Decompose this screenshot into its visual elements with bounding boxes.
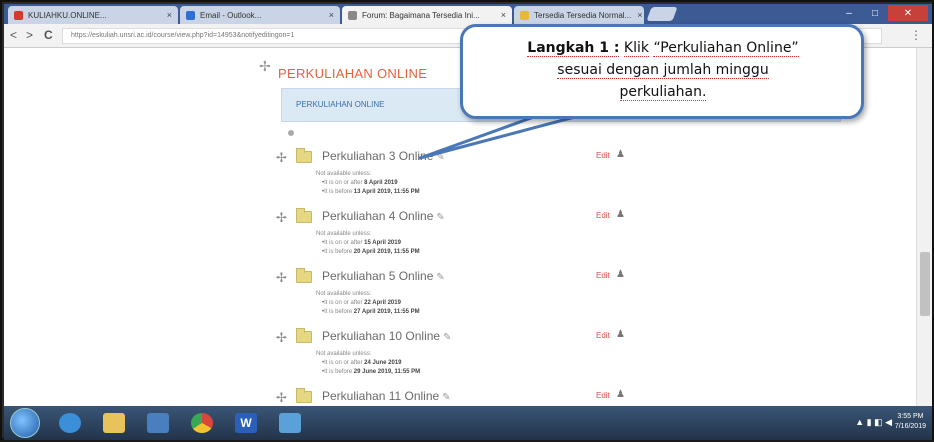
tab-favicon-icon [186, 10, 195, 20]
user-icon[interactable]: ♟ [616, 269, 625, 280]
folder-icon [296, 328, 312, 343]
browser-tab[interactable]: Email - Outlook... × [180, 6, 340, 24]
callout-target: “Perkuliahan Online” [653, 40, 799, 57]
new-tab-button[interactable] [646, 7, 678, 21]
folder-icon [296, 388, 312, 403]
minimize-icon[interactable]: – [836, 5, 862, 21]
restriction-info: Not available unless: It is on or after … [316, 230, 420, 257]
edit-menu[interactable]: Edit [596, 391, 610, 400]
files-taskbar-icon[interactable] [138, 409, 178, 437]
list-item: ✢ Perkuliahan 11 Online ✎ Edit ♟ [276, 388, 876, 406]
tab-close-icon[interactable]: × [323, 10, 334, 20]
list-item: ✢ Perkuliahan 5 Online ✎ Edit ♟ Not avail… [276, 268, 876, 315]
windows-taskbar: W ▲ ▮ ◧ ◀ 3:55 PM 7/16/2019 [4, 406, 932, 440]
section-title: PERKULIAHAN ONLINE [278, 66, 428, 81]
pencil-icon: ✎ [436, 272, 445, 283]
tab-favicon-icon [14, 10, 23, 20]
folder-icon [296, 208, 312, 223]
list-item: ✢ Perkuliahan 3 Online ✎ Edit ♟ Not avail… [276, 148, 876, 195]
paint-taskbar-icon[interactable] [270, 409, 310, 437]
browser-tab[interactable]: KULIAHKU.ONLINE... × [8, 6, 178, 24]
user-icon[interactable]: ♟ [616, 329, 625, 340]
reload-button[interactable]: C [44, 28, 53, 42]
tab-label: Tersedia Tersedia Normal... [534, 10, 632, 20]
tab-favicon-icon [348, 10, 357, 20]
pencil-icon: ✎ [436, 152, 445, 163]
move-icon[interactable]: ✢ [276, 270, 287, 286]
chrome-taskbar-icon[interactable] [182, 409, 222, 437]
folder-icon [296, 148, 312, 163]
list-item: ✢ Perkuliahan 4 Online ✎ Edit ♟ Not avail… [276, 208, 876, 255]
pencil-icon: ✎ [443, 332, 452, 343]
browser-tab-strip: KULIAHKU.ONLINE... × Email - Outlook... … [4, 4, 932, 24]
window-controls: – □ ✕ [836, 5, 928, 21]
browser-tab[interactable]: Tersedia Tersedia Normal... × [514, 6, 644, 24]
user-icon[interactable]: ♟ [616, 149, 625, 160]
move-icon[interactable]: ✢ [276, 330, 287, 346]
word-taskbar-icon[interactable]: W [226, 409, 266, 437]
callout-klik: Klik [623, 40, 649, 57]
restriction-info: Not available unless: It is on or after … [316, 350, 420, 377]
tab-close-icon[interactable]: × [495, 10, 506, 20]
screenshot-frame: KULIAHKU.ONLINE... × Email - Outlook... … [0, 0, 934, 440]
tab-close-icon[interactable]: × [631, 10, 642, 20]
browser-menu-icon[interactable]: ⋮ [910, 28, 922, 42]
pencil-icon: ✎ [442, 392, 451, 403]
explorer-taskbar-icon[interactable] [94, 409, 134, 437]
forward-button[interactable]: > [26, 28, 33, 42]
ie-taskbar-icon[interactable] [50, 409, 90, 437]
forum-link[interactable]: PERKULIAHAN ONLINE [296, 100, 384, 109]
move-icon[interactable]: ✢ [276, 390, 287, 406]
callout-line2: sesuai dengan jumlah minggu [557, 62, 769, 79]
user-icon[interactable]: ♟ [616, 209, 625, 220]
user-icon[interactable]: ♟ [616, 389, 625, 400]
browser-tab-active[interactable]: Forum: Bagaimana Tersedia Ini... × [342, 6, 512, 24]
course-link[interactable]: Perkuliahan 5 Online ✎ [322, 269, 445, 283]
back-button[interactable]: < [10, 28, 17, 42]
callout-line3: perkuliahan. [619, 84, 707, 101]
course-link[interactable]: Perkuliahan 3 Online ✎ [322, 149, 445, 163]
course-link[interactable]: Perkuliahan 11 Online ✎ [322, 389, 451, 403]
bullet-icon [288, 130, 294, 136]
list-item: ✢ Perkuliahan 10 Online ✎ Edit ♟ Not avai… [276, 328, 876, 375]
tab-label: Email - Outlook... [200, 10, 262, 20]
tab-favicon-icon [520, 10, 529, 20]
callout-text: Langkah 1 : Klik “Perkuliahan Online” se… [473, 37, 853, 103]
scrollbar[interactable] [916, 48, 932, 406]
course-link[interactable]: Perkuliahan 4 Online ✎ [322, 209, 445, 223]
start-button[interactable] [10, 408, 40, 438]
edit-menu[interactable]: Edit [596, 331, 610, 340]
move-icon[interactable]: ✢ [276, 150, 287, 166]
instruction-callout: Langkah 1 : Klik “Perkuliahan Online” se… [460, 24, 864, 119]
folder-icon [296, 268, 312, 283]
callout-step: Langkah 1 : [527, 40, 620, 57]
course-link[interactable]: Perkuliahan 10 Online ✎ [322, 329, 451, 343]
close-window-icon[interactable]: ✕ [888, 5, 928, 21]
maximize-icon[interactable]: □ [862, 5, 888, 21]
edit-menu[interactable]: Edit [596, 151, 610, 160]
edit-menu[interactable]: Edit [596, 211, 610, 220]
tab-label: Forum: Bagaimana Tersedia Ini... [362, 10, 480, 20]
tab-close-icon[interactable]: × [161, 10, 172, 20]
pencil-icon: ✎ [436, 212, 445, 223]
taskbar-clock[interactable]: 3:55 PM 7/16/2019 [895, 412, 926, 432]
edit-menu[interactable]: Edit [596, 271, 610, 280]
restriction-info: Not available unless: It is on or after … [316, 170, 420, 197]
system-tray-icons[interactable]: ▲ ▮ ◧ ◀ [855, 417, 892, 428]
move-icon[interactable]: ✢ [276, 210, 287, 226]
move-icon[interactable]: ✢ [259, 58, 271, 75]
scrollbar-thumb[interactable] [920, 252, 930, 316]
restriction-info: Not available unless: It is on or after … [316, 290, 420, 317]
tab-label: KULIAHKU.ONLINE... [28, 10, 107, 20]
